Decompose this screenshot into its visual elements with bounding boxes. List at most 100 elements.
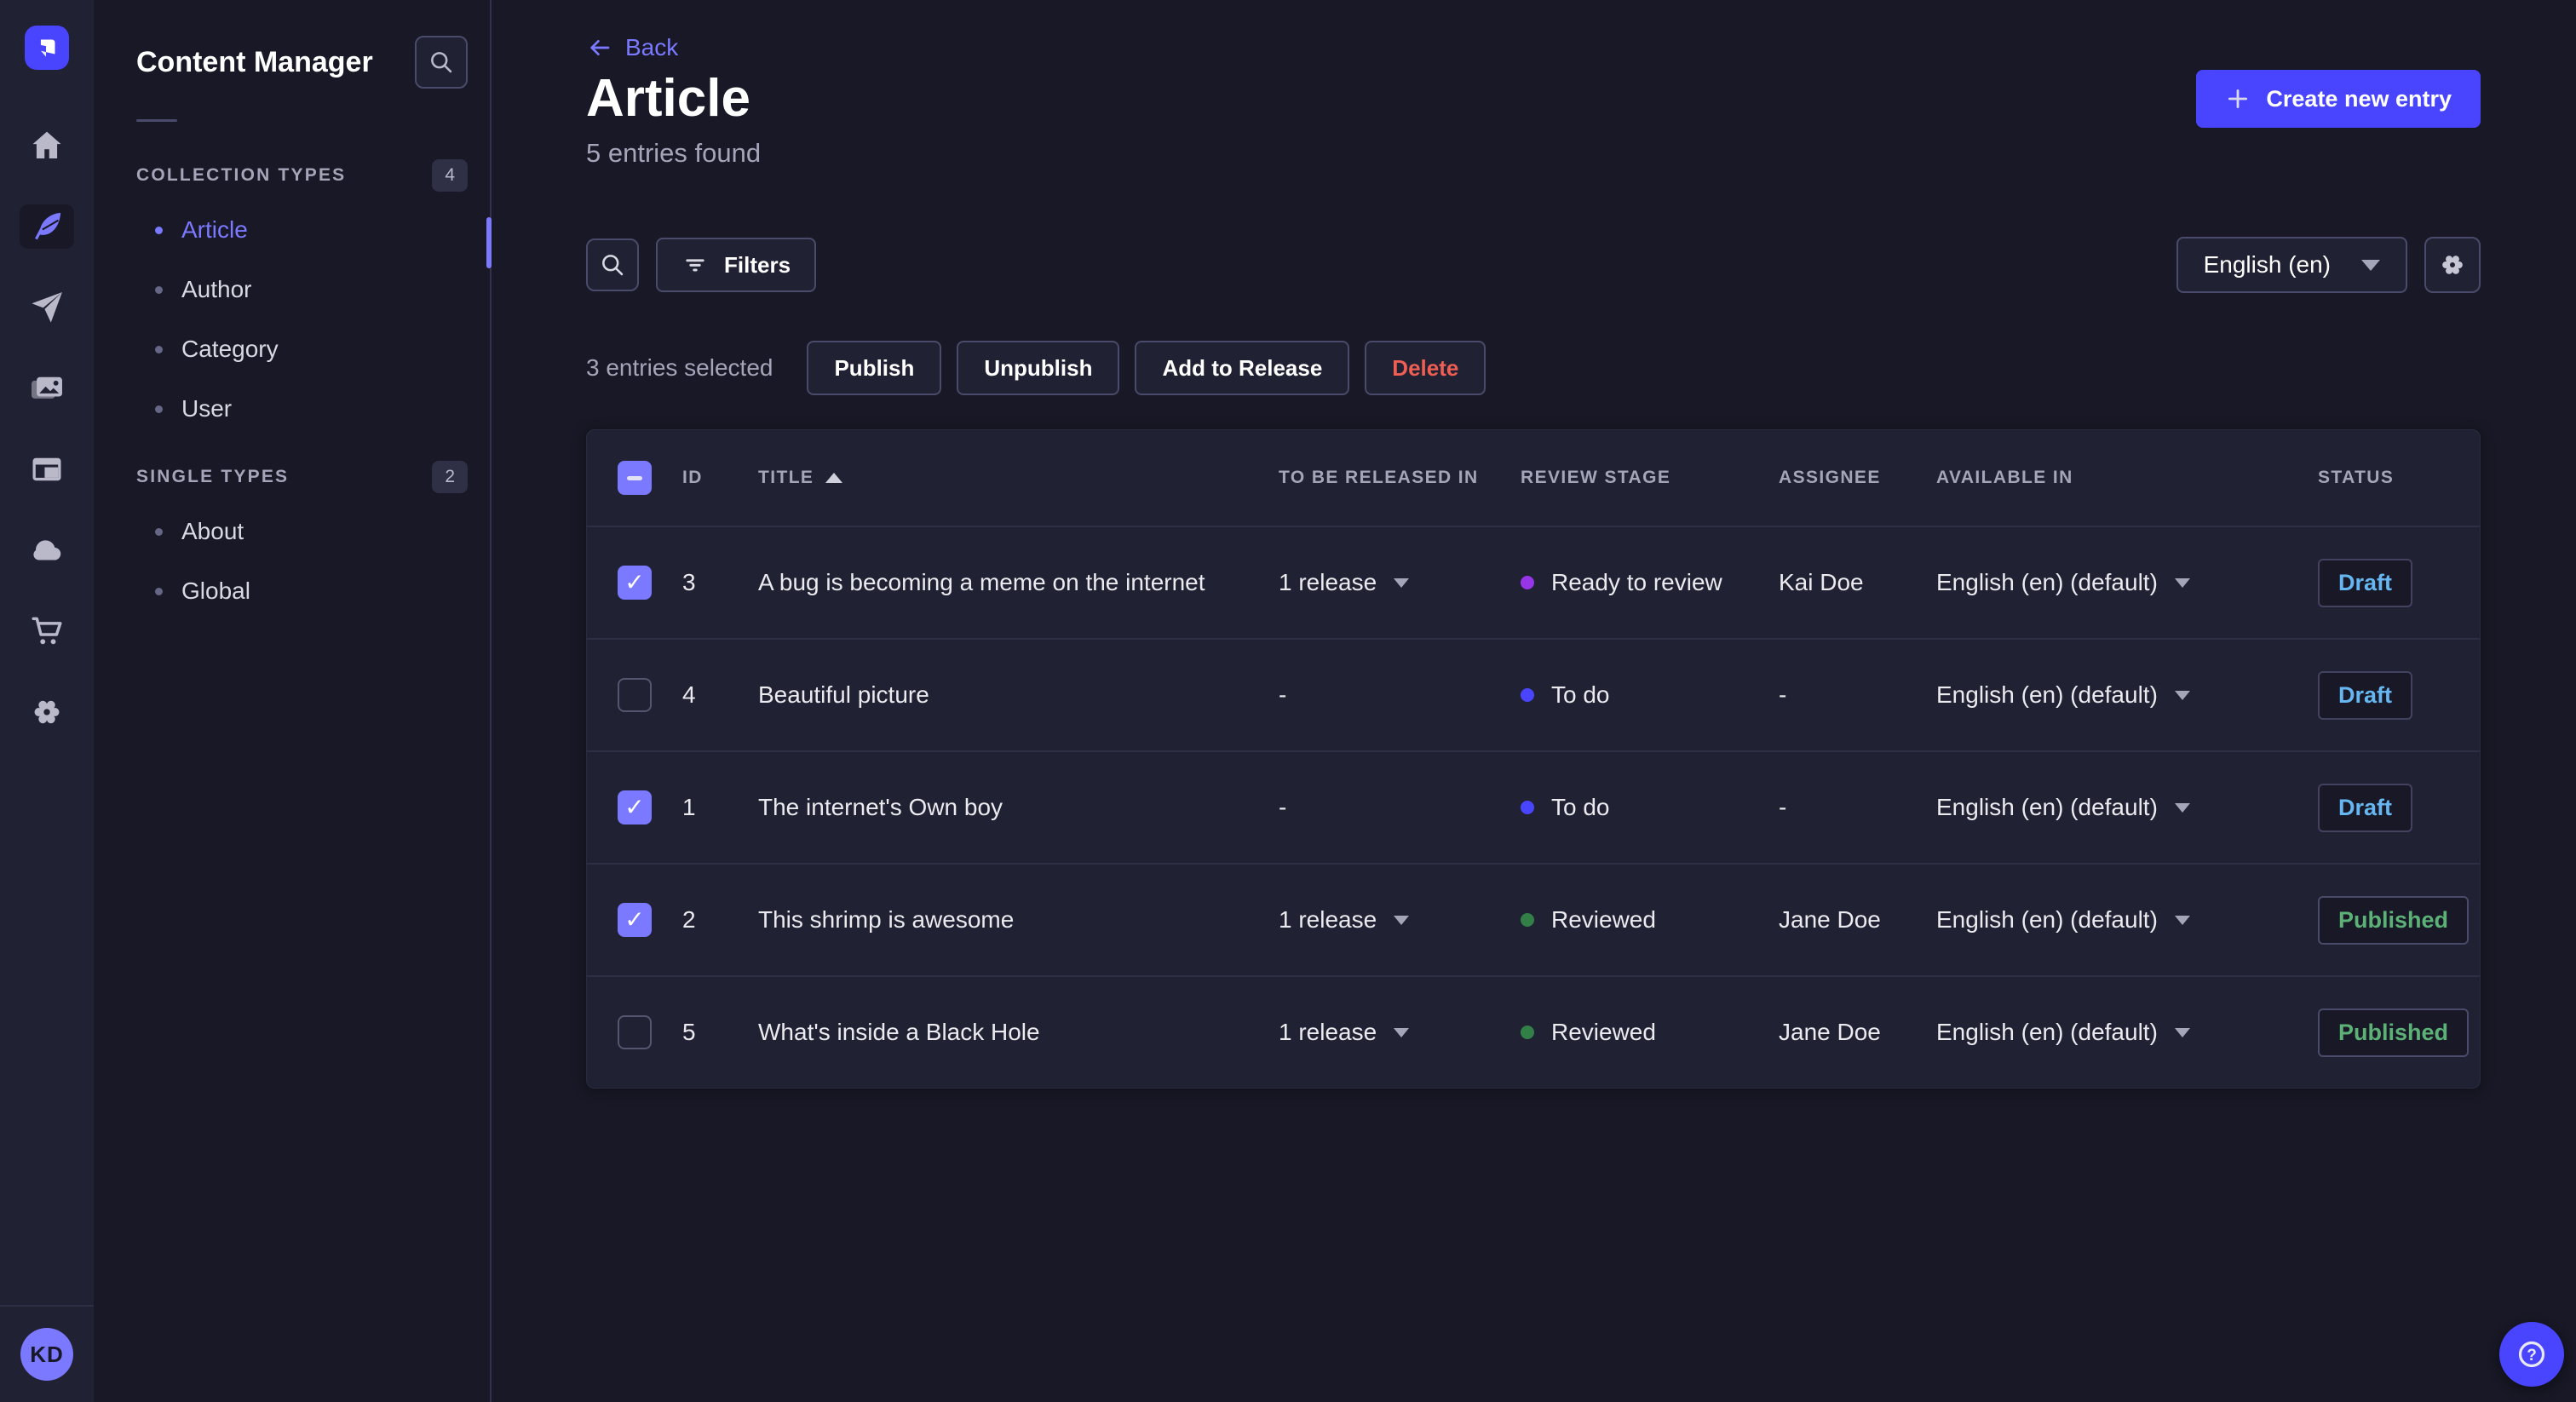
- rail-footer: KD: [0, 1305, 94, 1402]
- list-search-button[interactable]: [586, 238, 639, 292]
- subnav-title: Content Manager: [136, 45, 373, 78]
- cell-id: 5: [682, 1019, 696, 1046]
- cell-assignee: -: [1779, 794, 1787, 821]
- sidebar-nav-item[interactable]: Category: [136, 319, 468, 379]
- chevron-down-icon: [2361, 259, 2380, 271]
- table-row[interactable]: ✓ 2 This shrimp is awesome 1 release Rev…: [587, 863, 2480, 975]
- search-icon: [602, 255, 624, 276]
- main-nav-rail: KD: [0, 0, 94, 1402]
- table-row[interactable]: ✓ 3 A bug is becoming a meme on the inte…: [587, 526, 2480, 638]
- subnav-search-button[interactable]: [415, 36, 468, 89]
- cell-available-in[interactable]: English (en) (default): [1936, 569, 2318, 596]
- row-checkbox[interactable]: ✓: [618, 566, 652, 600]
- locale-select[interactable]: English (en): [2176, 237, 2407, 294]
- cell-available-in[interactable]: English (en) (default): [1936, 681, 2318, 709]
- cell-title: Beautiful picture: [758, 681, 929, 709]
- col-header-id[interactable]: ID: [682, 468, 758, 488]
- content-manager-icon[interactable]: [20, 204, 74, 249]
- cell-id: 1: [682, 794, 696, 821]
- cell-release[interactable]: -: [1279, 794, 1521, 821]
- home-icon[interactable]: [20, 124, 74, 168]
- unpublish-button[interactable]: Unpublish: [957, 341, 1120, 396]
- cell-release[interactable]: -: [1279, 681, 1521, 709]
- main-content: Back Article Create new entry 5 entries …: [492, 0, 2576, 1402]
- cell-release[interactable]: 1 release: [1279, 906, 1521, 934]
- cell-available-in[interactable]: English (en) (default): [1936, 1019, 2318, 1046]
- cell-available-in[interactable]: English (en) (default): [1936, 794, 2318, 821]
- col-header-assignee[interactable]: ASSIGNEE: [1779, 468, 1936, 488]
- col-header-status[interactable]: STATUS: [2318, 468, 2449, 488]
- nav-item-label: Category: [181, 336, 279, 362]
- status-badge: Draft: [2318, 783, 2413, 832]
- help-button[interactable]: ?: [2499, 1322, 2564, 1387]
- marketplace-icon[interactable]: [20, 609, 74, 653]
- search-icon: [431, 52, 452, 73]
- view-settings-button[interactable]: [2424, 237, 2481, 294]
- svg-text:?: ?: [2527, 1347, 2537, 1365]
- settings-icon[interactable]: [20, 690, 74, 734]
- bullet-icon: [155, 587, 163, 595]
- sidebar-nav-item[interactable]: User: [136, 379, 468, 439]
- col-header-release[interactable]: TO BE RELEASED IN: [1279, 468, 1521, 488]
- col-header-review-stage[interactable]: REVIEW STAGE: [1521, 468, 1779, 488]
- strapi-logo-icon: [40, 39, 55, 57]
- entries-count-subtitle: 5 entries found: [586, 138, 762, 169]
- rail-icon-list: [20, 124, 74, 734]
- single-types-count: 2: [432, 461, 468, 493]
- cell-title: The internet's Own boy: [758, 794, 1003, 821]
- media-library-icon[interactable]: [20, 366, 74, 411]
- cell-title: This shrimp is awesome: [758, 906, 1015, 934]
- col-header-available-in[interactable]: AVAILABLE IN: [1936, 468, 2318, 488]
- col-header-title[interactable]: TITLE: [758, 468, 1279, 488]
- user-avatar[interactable]: KD: [20, 1328, 73, 1381]
- sidebar-nav-item[interactable]: Article: [136, 200, 468, 260]
- cell-review-stage: Reviewed: [1521, 1019, 1779, 1046]
- locale-caret-icon: [2174, 915, 2190, 925]
- cell-release[interactable]: 1 release: [1279, 1019, 1521, 1046]
- row-checkbox[interactable]: ✓: [618, 1015, 652, 1050]
- table-row[interactable]: ✓ 4 Beautiful picture - To do - English …: [587, 638, 2480, 750]
- bullet-icon: [155, 405, 163, 413]
- select-all-checkbox[interactable]: [618, 461, 652, 496]
- content-manager-subnav: Content Manager COLLECTION TYPES 4 Artic…: [94, 0, 492, 1402]
- add-to-release-button[interactable]: Add to Release: [1135, 341, 1350, 396]
- delete-button[interactable]: Delete: [1365, 341, 1486, 396]
- sidebar-nav-item[interactable]: Author: [136, 260, 468, 319]
- cloud-icon[interactable]: [20, 528, 74, 572]
- back-arrow-icon: [590, 39, 610, 56]
- cell-available-in[interactable]: English (en) (default): [1936, 906, 2318, 934]
- status-badge: Published: [2318, 1008, 2470, 1057]
- sidebar-nav-item[interactable]: Global: [136, 561, 468, 621]
- row-checkbox[interactable]: ✓: [618, 678, 652, 713]
- nav-item-label: User: [181, 395, 233, 422]
- cell-id: 2: [682, 906, 696, 934]
- cell-status: Draft: [2318, 783, 2449, 832]
- strapi-logo[interactable]: [25, 26, 69, 70]
- collection-types-count: 4: [432, 159, 468, 192]
- create-new-entry-button[interactable]: Create new entry: [2196, 70, 2481, 129]
- plus-icon: [2228, 89, 2248, 109]
- release-caret-icon: [1394, 577, 1410, 588]
- selection-count-text: 3 entries selected: [586, 354, 773, 382]
- cell-release[interactable]: 1 release: [1279, 569, 1521, 596]
- status-badge: Draft: [2318, 558, 2413, 607]
- content-builder-icon[interactable]: [20, 447, 74, 491]
- table-row[interactable]: ✓ 5 What's inside a Black Hole 1 release…: [587, 975, 2480, 1088]
- back-label: Back: [625, 34, 679, 60]
- table-row[interactable]: ✓ 1 The internet's Own boy - To do - Eng…: [587, 750, 2480, 863]
- release-caret-icon: [1394, 1027, 1410, 1037]
- releases-icon[interactable]: [20, 285, 74, 330]
- back-link[interactable]: Back: [586, 34, 678, 61]
- status-badge: Draft: [2318, 670, 2413, 720]
- filters-button[interactable]: Filters: [656, 238, 817, 293]
- app-root: KD Content Manager COLLECTION TYPES 4 Ar…: [0, 0, 2576, 1402]
- locale-caret-icon: [2174, 1027, 2190, 1037]
- bullet-icon: [155, 226, 163, 234]
- nav-item-label: About: [181, 518, 244, 544]
- sidebar-nav-item[interactable]: About: [136, 502, 468, 561]
- row-checkbox[interactable]: ✓: [618, 790, 652, 825]
- publish-button[interactable]: Publish: [807, 341, 942, 396]
- stage-dot: [1521, 688, 1534, 703]
- cell-id: 3: [682, 569, 696, 596]
- row-checkbox[interactable]: ✓: [618, 903, 652, 938]
